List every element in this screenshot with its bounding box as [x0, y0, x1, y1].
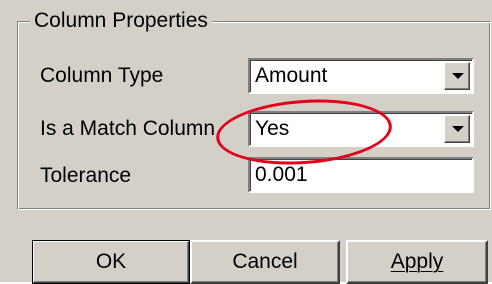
tolerance-input[interactable]: 0.001: [248, 157, 474, 193]
ok-button[interactable]: OK: [32, 240, 190, 284]
tolerance-value: 0.001: [255, 163, 308, 186]
cancel-button[interactable]: Cancel: [190, 240, 340, 284]
dialog-panel: Column Properties Column Type Amount Is …: [0, 0, 492, 284]
apply-button[interactable]: Apply: [346, 240, 488, 284]
chevron-down-icon: [452, 126, 464, 132]
column-type-value: Amount: [255, 64, 328, 87]
is-match-column-value: Yes: [255, 117, 290, 140]
group-title: Column Properties: [30, 8, 212, 34]
is-match-column-dropdown-button[interactable]: [444, 115, 470, 143]
is-match-column-label: Is a Match Column: [40, 117, 216, 140]
column-type-dropdown-button[interactable]: [444, 62, 470, 90]
column-type-dropdown[interactable]: Amount: [248, 58, 474, 94]
tolerance-label: Tolerance: [40, 164, 132, 187]
is-match-column-dropdown[interactable]: Yes: [248, 111, 474, 147]
column-type-label: Column Type: [40, 64, 164, 87]
chevron-down-icon: [452, 73, 464, 79]
